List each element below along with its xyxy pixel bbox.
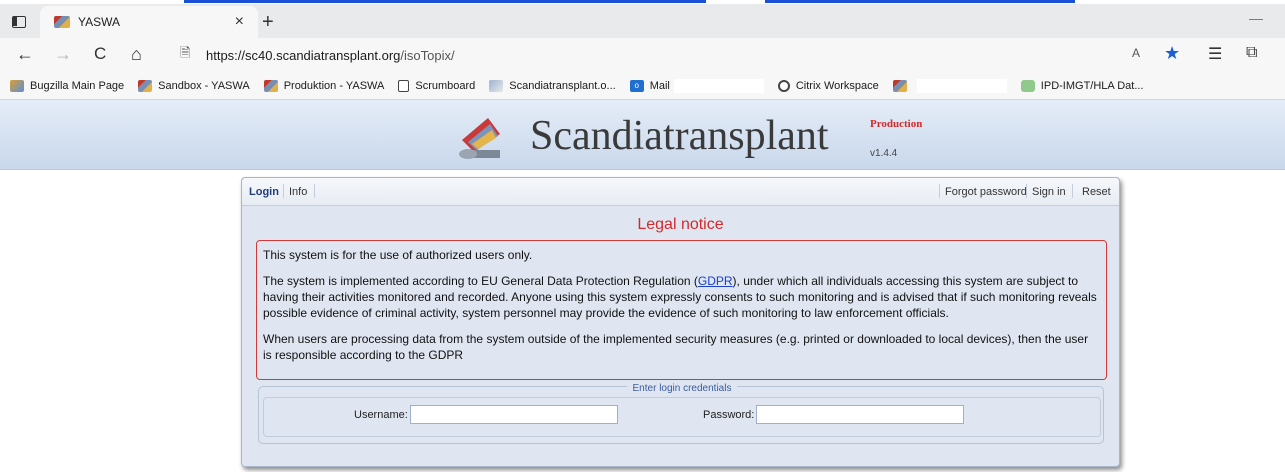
site-info-icon[interactable]: 🗎 [180,44,198,66]
panel-tab-bar: Login Info Forgot password Sign in Reset [242,178,1119,206]
username-input[interactable] [410,405,618,424]
bookmark-item[interactable]: o Mail [629,78,764,93]
legal-paragraph: When users are processing data from the … [263,332,1089,362]
favorite-star-icon[interactable]: ★ [1164,43,1180,64]
legal-paragraph: This system is for the use of authorized… [263,248,533,262]
redacted-area [673,78,764,93]
bookmark-item[interactable]: Produktion - YASWA [263,79,384,92]
browser-tab-bar: YASWA × + — [0,4,1285,38]
login-panel: Login Info Forgot password Sign in Reset… [241,177,1120,467]
minimize-button[interactable]: — [1249,10,1263,26]
password-label: Password: [703,409,755,421]
bugzilla-icon [10,79,24,92]
yaswa-icon [892,79,907,92]
divider [1072,184,1073,198]
citrix-icon [777,79,790,92]
login-credentials-fieldset: Enter login credentials Username: Passwo… [258,383,1104,444]
bookmark-item[interactable]: IPD-IMGT/HLA Dat... [1020,79,1143,92]
environment-badge: Production [870,118,923,130]
redacted-area [916,78,1007,93]
read-aloud-icon[interactable]: A [1132,46,1140,60]
legal-paragraph: The system is implemented according to E… [263,274,1097,320]
gdpr-link[interactable]: GDPR [698,274,733,288]
credentials-legend: Enter login credentials [259,380,1105,394]
tab-info[interactable]: Info [289,186,307,198]
site-brand: Scandiatransplant [530,113,829,159]
tab-login[interactable]: Login [249,186,279,198]
scandiatransplant-logo-icon [459,118,500,159]
new-tab-button[interactable]: + [262,12,274,32]
bookmark-item[interactable] [892,78,1007,93]
version-label: v1.4.4 [870,148,898,159]
scandiatransplant-icon [489,79,504,92]
top-link-underline[interactable] [765,0,1075,3]
bookmark-item[interactable]: Sandbox - YASWA [138,79,250,92]
tab-close-icon[interactable]: × [235,13,244,31]
sign-in-link[interactable]: Sign in [1032,186,1066,198]
forward-icon[interactable]: → [54,44,72,64]
url-text: https://sc40.scandiatransplant.org/isoTo… [206,47,455,63]
back-icon[interactable]: ← [16,44,34,64]
collections-icon[interactable]: ⧉ [1246,44,1257,62]
favorites-icon[interactable]: ☰ [1208,44,1222,64]
divider [314,184,315,198]
bookmark-item[interactable]: Citrix Workspace [777,79,879,92]
site-header: Scandiatransplant Production v1.4.4 [0,100,1285,170]
divider [939,184,940,198]
divider [1026,184,1027,198]
tab-title: YASWA [78,15,121,29]
yaswa-icon [263,79,278,92]
reload-icon[interactable]: C [94,44,106,64]
home-icon[interactable]: ⌂ [131,44,142,64]
reset-link[interactable]: Reset [1082,186,1111,198]
address-bar[interactable]: 🗎 https://sc40.scandiatransplant.org/iso… [168,41,1198,69]
top-link-underline[interactable] [184,0,706,3]
tab-actions-icon[interactable] [12,16,26,28]
legal-notice-box: This system is for the use of authorized… [256,240,1107,380]
bookmark-item[interactable]: Bugzilla Main Page [10,79,124,92]
page-icon [398,79,410,92]
password-input[interactable] [756,405,964,424]
outlook-mail-icon: o [629,79,644,92]
username-label: Username: [354,409,408,421]
divider [283,184,284,198]
browser-tab[interactable]: YASWA × [40,6,258,38]
browser-toolbar: ← → C ⌂ 🗎 https://sc40.scandiatransplant… [0,38,1285,72]
bookmark-item[interactable]: Scrumboard [398,79,475,92]
ipd-imgt-icon [1020,79,1035,92]
yaswa-icon [138,79,153,92]
yaswa-favicon-icon [54,16,70,28]
bookmark-item[interactable]: Scandiatransplant.o... [489,79,616,92]
forgot-password-link[interactable]: Forgot password [945,186,1027,198]
bookmarks-bar: Bugzilla Main Page Sandbox - YASWA Produ… [0,72,1285,100]
legal-notice-title: Legal notice [637,216,724,233]
